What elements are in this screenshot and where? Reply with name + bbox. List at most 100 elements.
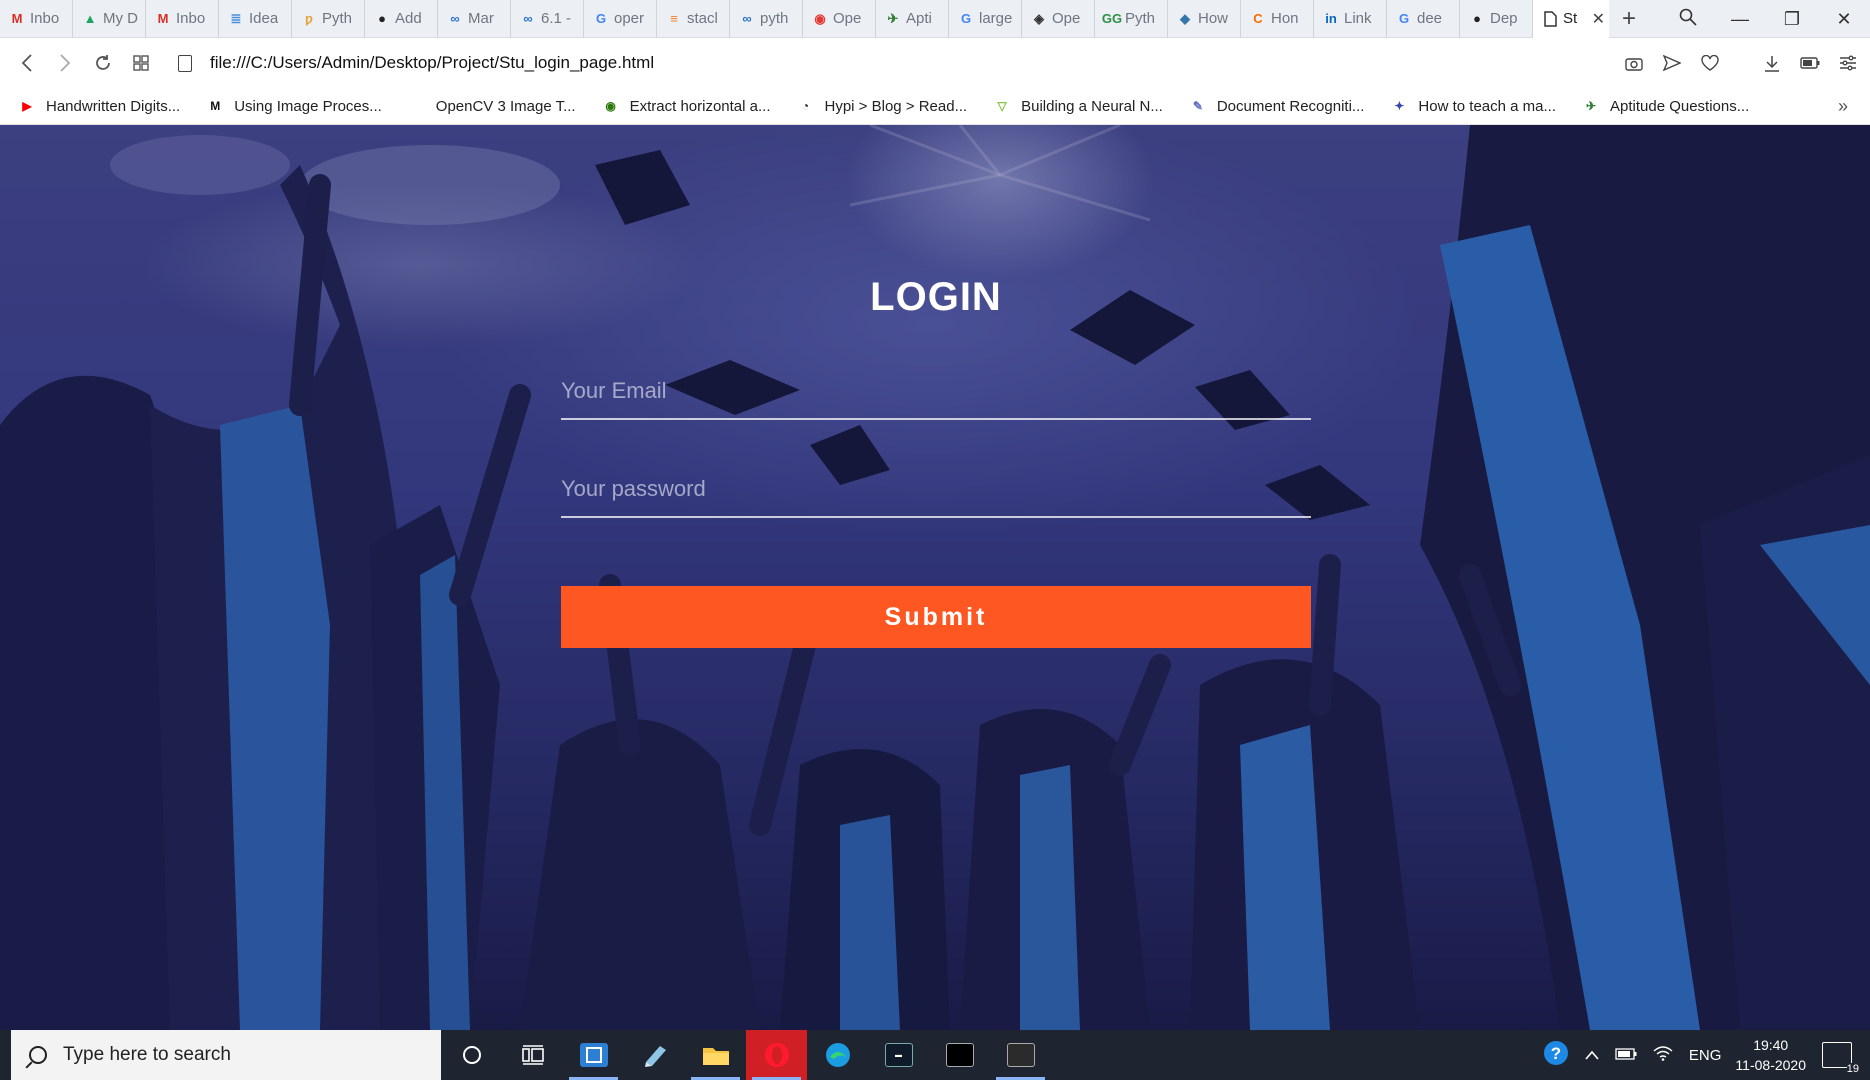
- tab-title: Add: [395, 10, 422, 27]
- opencv-icon: ◉: [814, 10, 826, 26]
- python-doc-icon: ƿ: [305, 11, 313, 26]
- command-prompt-icon[interactable]: [990, 1030, 1051, 1080]
- snapshot-icon[interactable]: [1622, 51, 1646, 75]
- tab-5[interactable]: ● Add: [365, 0, 438, 38]
- tab-title: St: [1563, 10, 1578, 27]
- tab-2[interactable]: M Inbo: [146, 0, 219, 38]
- bookmark-item[interactable]: M Using Image Proces...: [206, 97, 382, 115]
- reload-button[interactable]: [84, 44, 122, 82]
- blank-icon: [408, 97, 426, 115]
- login-form: LOGIN Submit: [561, 275, 1311, 648]
- bookmarks-bar: ▶ Handwritten Digits... M Using Image Proce…: [0, 88, 1870, 125]
- tab-title: Pyth: [1125, 10, 1156, 27]
- bookmark-label: Document Recogniti...: [1216, 97, 1365, 115]
- tab-4[interactable]: ƿ Pyth: [292, 0, 365, 38]
- windows-taskbar: Type here to search ▬ ? ENG 19:40 11-08-…: [0, 1030, 1870, 1080]
- bookmark-label: Handwritten Digits...: [46, 97, 181, 115]
- tab-10[interactable]: ∞ pyth: [730, 0, 803, 38]
- clock[interactable]: 19:40 11-08-2020: [1735, 1035, 1806, 1075]
- bookmark-label: Extract horizontal a...: [629, 97, 771, 115]
- aptitude-icon: ✈: [887, 10, 899, 26]
- close-window-button[interactable]: ✕: [1818, 9, 1870, 30]
- intellij-icon[interactable]: [563, 1030, 624, 1080]
- opera-icon[interactable]: [746, 1030, 807, 1080]
- search-tabs-icon[interactable]: [1662, 8, 1714, 31]
- tab-title: Idea: [249, 10, 279, 27]
- battery-icon[interactable]: [1615, 1047, 1637, 1064]
- new-tab-button[interactable]: +: [1609, 0, 1649, 38]
- task-view-icon[interactable]: [502, 1030, 563, 1080]
- maximize-button[interactable]: ❐: [1766, 9, 1818, 30]
- language-indicator[interactable]: ENG: [1689, 1047, 1722, 1064]
- tab-15[interactable]: GG Pyth: [1095, 0, 1168, 38]
- submit-button[interactable]: Submit: [561, 586, 1311, 648]
- terminal-icon[interactable]: [929, 1030, 990, 1080]
- notification-center-icon[interactable]: 19: [1822, 1042, 1859, 1075]
- google-icon: G: [595, 11, 607, 26]
- tab-3[interactable]: ≣ Idea: [219, 0, 292, 38]
- minimize-button[interactable]: —: [1714, 9, 1766, 30]
- easy-setup-icon[interactable]: [1836, 51, 1860, 75]
- bookmark-item[interactable]: ▽ Building a Neural N...: [993, 97, 1162, 115]
- search-icon: [29, 1046, 47, 1064]
- mysql-icon[interactable]: ▬: [868, 1030, 929, 1080]
- github-icon: ●: [378, 11, 386, 26]
- cortana-icon[interactable]: [441, 1030, 502, 1080]
- tab-title: Pyth: [322, 10, 353, 27]
- file-explorer-icon[interactable]: [685, 1030, 746, 1080]
- tab-1[interactable]: ▲ My D: [73, 0, 146, 38]
- tab-strip: M Inbo ▲ My D M Inbo ≣ Idea ƿ Pyth ● Add ∞ Mar ∞ 6.1 - G…: [0, 0, 1870, 38]
- back-button[interactable]: [8, 44, 46, 82]
- tab-14[interactable]: ◈ Ope: [1022, 0, 1095, 38]
- download-icon[interactable]: [1760, 51, 1784, 75]
- tab-18[interactable]: in Link: [1314, 0, 1387, 38]
- tab-title: Ope: [833, 10, 862, 27]
- bookmark-item[interactable]: ✦ How to teach a ma...: [1390, 97, 1556, 115]
- battery-saver-icon[interactable]: [1798, 51, 1822, 75]
- google-drive-icon: ▲: [83, 11, 97, 26]
- bookmark-label: How to teach a ma...: [1418, 97, 1556, 115]
- tab-title: How: [1198, 10, 1229, 27]
- notepad-icon[interactable]: [624, 1030, 685, 1080]
- more-bookmarks-icon[interactable]: »: [1838, 88, 1848, 125]
- bookmark-item[interactable]: ◉ Extract horizontal a...: [602, 97, 771, 115]
- tab-7[interactable]: ∞ 6.1 -: [511, 0, 584, 38]
- taskbar-search[interactable]: Type here to search: [11, 1030, 441, 1080]
- close-tab-icon[interactable]: ✕: [1592, 9, 1605, 29]
- tab-17[interactable]: C Hon: [1241, 0, 1314, 38]
- bookmark-item[interactable]: ✈ Aptitude Questions...: [1582, 97, 1749, 115]
- speed-dial-icon[interactable]: [122, 44, 160, 82]
- wifi-icon[interactable]: [1653, 1045, 1673, 1065]
- email-input[interactable]: [561, 378, 1311, 404]
- tab-0[interactable]: M Inbo: [0, 0, 73, 38]
- tab-title: Apti: [906, 10, 932, 27]
- tab-8[interactable]: Goper: [584, 0, 657, 38]
- tab-19[interactable]: Gdee: [1387, 0, 1460, 38]
- url-field[interactable]: file:///C:/Users/Admin/Desktop/Project/S…: [178, 53, 654, 73]
- tab-16[interactable]: ◆ How: [1168, 0, 1241, 38]
- help-icon[interactable]: ?: [1543, 1040, 1569, 1070]
- send-icon[interactable]: [1660, 51, 1684, 75]
- tab-13[interactable]: Glarge: [949, 0, 1022, 38]
- document-recognition-icon: ✎: [1192, 99, 1203, 113]
- bookmark-item[interactable]: OpenCV 3 Image T...: [408, 97, 576, 115]
- password-input[interactable]: [561, 476, 1311, 502]
- tab-title: dee: [1417, 10, 1443, 27]
- hackerrank-icon: C: [1253, 11, 1263, 26]
- edge-icon[interactable]: [807, 1030, 868, 1080]
- tab-20[interactable]: ● Dep: [1460, 0, 1533, 38]
- bookmark-item[interactable]: ✎ Document Recogniti...: [1189, 97, 1365, 115]
- tab-9[interactable]: ≡ stacl: [657, 0, 730, 38]
- tab-6[interactable]: ∞ Mar: [438, 0, 511, 38]
- bookmark-item[interactable]: ▶ Handwritten Digits...: [18, 97, 180, 115]
- tab-11[interactable]: ◉ Ope: [803, 0, 876, 38]
- divider: [1736, 51, 1746, 75]
- geeksforgeeks-icon: GG: [1101, 11, 1123, 26]
- hypi-icon: ◔: [801, 99, 810, 113]
- heart-icon[interactable]: [1698, 51, 1722, 75]
- bookmark-item[interactable]: ◔ Hypi > Blog > Read...: [797, 97, 967, 115]
- chevron-up-icon[interactable]: [1585, 1047, 1599, 1064]
- tab-12[interactable]: ✈ Apti: [876, 0, 949, 38]
- forward-button[interactable]: [46, 44, 84, 82]
- tab-active[interactable]: St ✕: [1533, 0, 1609, 38]
